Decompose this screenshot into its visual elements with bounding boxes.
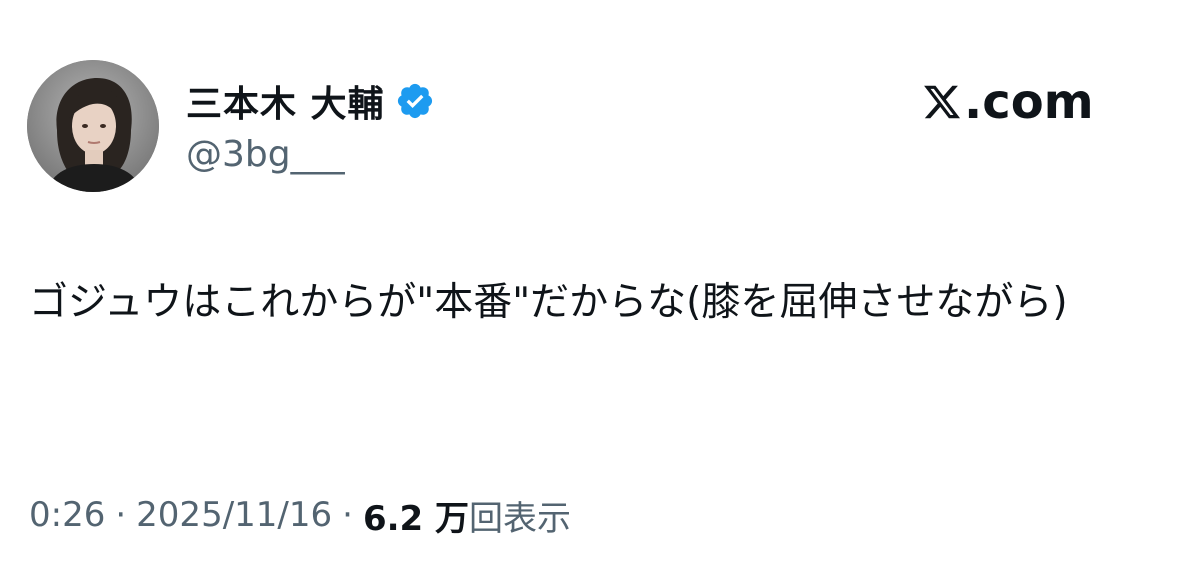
meta-separator: · (115, 495, 127, 535)
post-time[interactable]: 0:26 (29, 495, 105, 535)
post-text: ゴジュウはこれからが"本番"だからな(膝を屈伸させながら) (29, 280, 1068, 325)
post-date[interactable]: 2025/11/16 (136, 495, 332, 535)
meta-separator: · (342, 495, 353, 535)
post-meta: 0:26 · 2025/11/16 · 6.2 万 回表示 (29, 490, 571, 540)
author-display-name[interactable]: 三本木 大輔 (186, 75, 385, 127)
verified-badge-icon[interactable] (395, 81, 435, 121)
brand-logo: .com (922, 72, 1094, 132)
author-handle[interactable]: @3bg___ (186, 134, 345, 175)
avatar[interactable] (27, 60, 159, 192)
x-logo-icon (924, 85, 961, 119)
views-label: 回表示 (469, 498, 572, 539)
brand-domain-text: .com (964, 74, 1094, 130)
views-count: 6.2 万 (362, 498, 470, 539)
avatar-image (27, 60, 159, 192)
author-name-row: 三本木 大輔 (186, 76, 435, 126)
